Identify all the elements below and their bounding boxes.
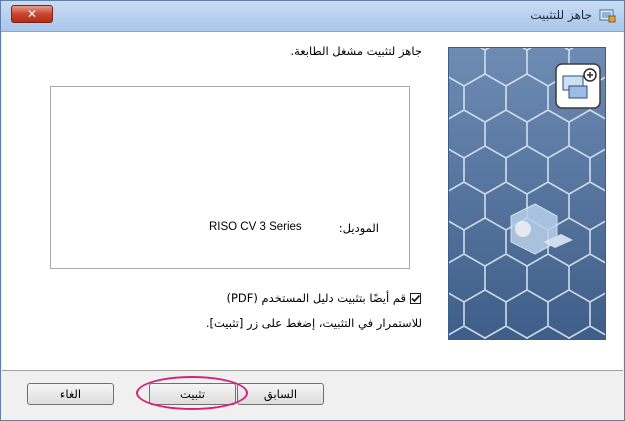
install-manual-option[interactable]: قم أيضًا بتثبيت دليل المستخدم (PDF) xyxy=(226,291,421,305)
window-title: جاهز للتثبيت xyxy=(530,8,592,22)
install-manual-checkbox[interactable] xyxy=(410,292,421,304)
footer-divider xyxy=(2,370,623,371)
back-button[interactable]: السابق xyxy=(237,383,324,405)
install-button[interactable]: تثبيت xyxy=(149,383,236,405)
ready-heading: جاهز لتثبيت مشغل الطابعة. xyxy=(290,44,422,58)
close-button[interactable]: ✕ xyxy=(11,5,53,23)
close-icon: ✕ xyxy=(26,7,38,21)
model-label: الموديل: xyxy=(338,221,379,235)
printer-badge-icon xyxy=(555,63,601,109)
continue-instruction: للاستمرار في التثبيت، إضغط على زر [تثبيت… xyxy=(205,316,422,330)
cancel-button[interactable]: الغاء xyxy=(27,383,114,405)
side-banner-image xyxy=(448,47,606,340)
model-value: RISO CV 3 Series xyxy=(209,221,302,233)
install-manual-label: قم أيضًا بتثبيت دليل المستخدم (PDF) xyxy=(226,291,406,305)
installer-window: جاهز للتثبيت ✕ جاهز لتثبيت مشغل الطابعة.… xyxy=(0,0,625,421)
installer-icon xyxy=(599,9,616,23)
info-panel: الموديل: RISO CV 3 Series xyxy=(50,86,410,269)
checkmark-icon xyxy=(411,294,421,302)
title-bar[interactable]: جاهز للتثبيت ✕ xyxy=(1,1,624,32)
